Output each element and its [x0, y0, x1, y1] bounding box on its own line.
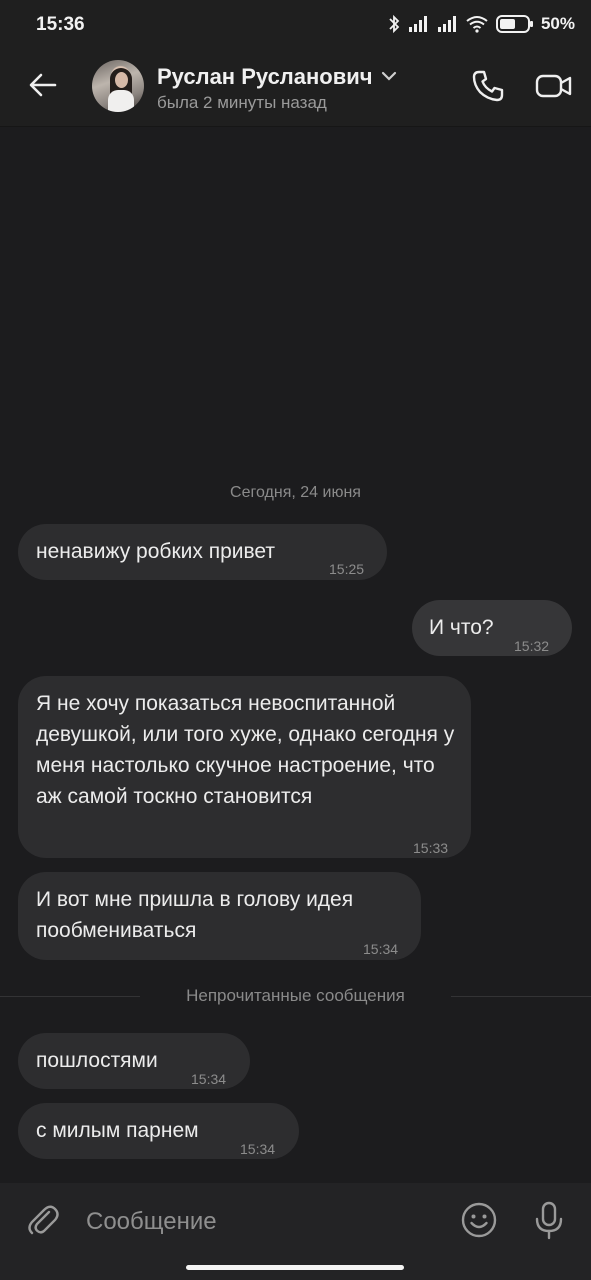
message-time: 15:34: [240, 1141, 276, 1157]
video-call-button[interactable]: [532, 66, 576, 110]
status-time: 15:36: [36, 14, 85, 35]
emoji-button[interactable]: [458, 1201, 500, 1243]
emoji-icon: [460, 1201, 498, 1244]
wifi-icon: [465, 15, 489, 33]
status-bar: 15:36 50%: [0, 0, 591, 52]
message-bubble-incoming[interactable]: пошлостями 15:34: [18, 1033, 250, 1089]
message-time: 15:32: [514, 638, 550, 654]
avatar[interactable]: [92, 60, 144, 112]
chat-area[interactable]: Сегодня, 24 июня ненавижу робких привет …: [0, 127, 591, 1182]
message-time: 15:34: [363, 941, 399, 957]
unread-separator: Непрочитанные сообщения: [0, 984, 591, 1008]
message-bubble-incoming[interactable]: с милым парнем 15:34: [18, 1103, 299, 1159]
message-time: 15:33: [413, 840, 449, 856]
message-text: И вот мне пришла в голову идея пообменив…: [36, 888, 354, 942]
message-bubble-incoming[interactable]: И вот мне пришла в голову идея пообменив…: [18, 872, 421, 960]
message-bubble-incoming[interactable]: Я не хочу показаться невоспитанной девуш…: [18, 676, 471, 858]
voice-message-button[interactable]: [528, 1201, 570, 1243]
paperclip-icon: [25, 1202, 61, 1243]
signal-icon: [407, 15, 429, 33]
microphone-icon: [532, 1200, 566, 1245]
battery-icon: [495, 14, 534, 34]
message-time: 15:25: [329, 561, 365, 577]
message-text: Я не хочу показаться невоспитанной девуш…: [36, 692, 455, 808]
message-text: ненавижу робких привет: [36, 540, 275, 563]
back-arrow-icon: [28, 72, 58, 103]
home-indicator[interactable]: [186, 1265, 404, 1270]
chevron-down-icon: [381, 68, 397, 86]
message-input[interactable]: [86, 1201, 436, 1243]
date-separator: Сегодня, 24 июня: [230, 484, 361, 501]
message-text: с милым парнем: [36, 1119, 199, 1142]
divider: [451, 996, 591, 997]
status-icons: 50%: [388, 14, 575, 34]
phone-icon: [471, 69, 505, 108]
contact-last-seen: была 2 минуты назад: [157, 93, 327, 112]
signal-icon: [436, 15, 458, 33]
attach-button[interactable]: [22, 1201, 64, 1243]
contact-name-button[interactable]: Руслан Русланович: [157, 64, 397, 90]
chat-header: Руслан Русланович была 2 минуты назад: [0, 52, 591, 127]
message-text: пошлостями: [36, 1049, 158, 1072]
message-bubble-outgoing[interactable]: И что? 15:32: [412, 600, 572, 656]
video-camera-icon: [535, 72, 573, 105]
call-button[interactable]: [466, 66, 510, 110]
message-text: И что?: [429, 616, 494, 639]
message-bubble-incoming[interactable]: ненавижу робких привет 15:25: [18, 524, 387, 580]
bluetooth-icon: [388, 14, 400, 34]
message-time: 15:34: [191, 1071, 227, 1087]
battery-percent: 50%: [540, 14, 575, 33]
back-button[interactable]: [22, 66, 64, 108]
contact-name: Руслан Русланович: [157, 64, 373, 89]
